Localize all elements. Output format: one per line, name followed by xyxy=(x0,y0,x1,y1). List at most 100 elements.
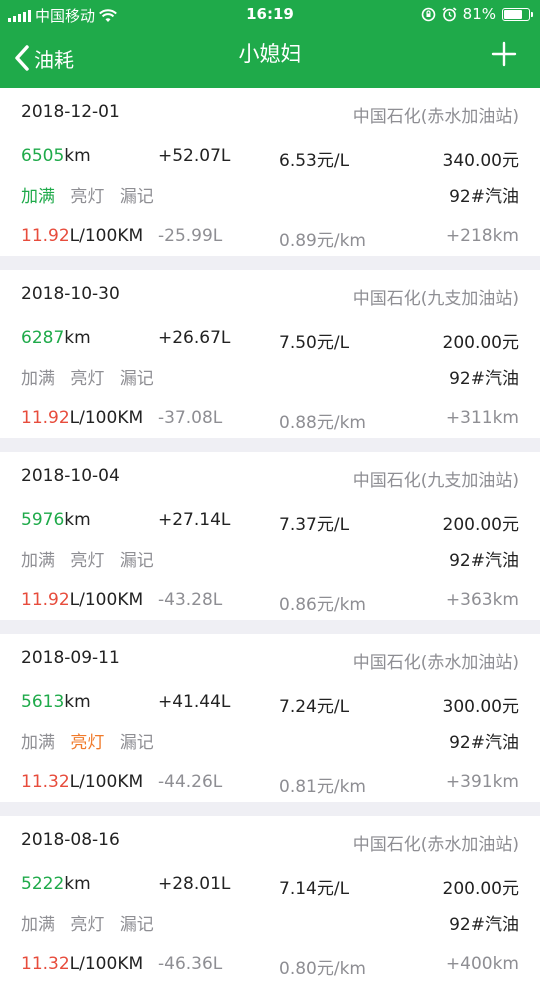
refuel-amount: 200.00元 xyxy=(442,879,519,899)
gas-station-name: 中国石化(九支加油站) xyxy=(352,471,519,491)
tag-light: 亮灯 xyxy=(70,733,105,753)
cost-per-km: 0.89元/km xyxy=(279,231,366,251)
fuel-difference: -43.28L xyxy=(158,590,223,610)
gas-station-name: 中国石化(赤水加油站) xyxy=(352,653,519,673)
cost-per-km: 0.86元/km xyxy=(279,595,366,615)
fuel-type: 92#汽油 xyxy=(449,369,519,389)
odometer-value: 5222 xyxy=(21,874,65,894)
record-header-row: 2018-10-04 中国石化(九支加油站) xyxy=(21,466,519,491)
fuel-type: 92#汽油 xyxy=(449,915,519,935)
record-tags-row: 加满 亮灯 漏记 92#汽油 xyxy=(21,910,519,935)
record-tags: 加满 亮灯 漏记 xyxy=(21,182,164,207)
record-stats-row: 11.92L/100KM -25.99L 0.89元/km +218km xyxy=(21,226,519,251)
distance-driven: +311km xyxy=(445,408,519,428)
rotation-lock-icon xyxy=(421,7,435,21)
fuel-volume: +28.01L xyxy=(158,874,231,894)
unit-price: 7.37元/L xyxy=(279,515,350,535)
odometer-value: 6505 xyxy=(21,146,65,166)
odometer-value: 5976 xyxy=(21,510,65,530)
cost-per-km: 0.80元/km xyxy=(279,959,366,979)
unit-price: 6.53元/L xyxy=(279,151,350,171)
refuel-record-card[interactable]: 2018-09-11 中国石化(赤水加油站) 5613km +41.44L 7.… xyxy=(0,634,540,802)
tag-full: 加满 xyxy=(21,187,55,207)
consumption-value: 11.92 xyxy=(21,226,70,246)
record-tags-row: 加满 亮灯 漏记 92#汽油 xyxy=(21,182,519,207)
record-tags-row: 加满 亮灯 漏记 92#汽油 xyxy=(21,364,519,389)
tag-light: 亮灯 xyxy=(70,551,105,571)
odometer-unit: km xyxy=(64,146,91,166)
fuel-volume: +26.67L xyxy=(158,328,231,348)
odometer-unit: km xyxy=(64,510,91,530)
consumption-unit: L/100KM xyxy=(69,590,144,610)
navigation-bar: 油耗 小媳妇 xyxy=(0,28,540,88)
record-stats-row: 11.32L/100KM -44.26L 0.81元/km +391km xyxy=(21,772,519,797)
cost-per-km: 0.81元/km xyxy=(279,777,366,797)
distance-driven: +363km xyxy=(445,590,519,610)
cost-per-km: 0.88元/km xyxy=(279,413,366,433)
refuel-amount: 340.00元 xyxy=(442,151,519,171)
fuel-consumption: 11.32L/100KM xyxy=(21,954,143,974)
gas-station-name: 中国石化(赤水加油站) xyxy=(352,107,519,127)
tag-missed: 漏记 xyxy=(119,369,154,389)
odometer: 5976km xyxy=(21,510,91,530)
status-right: 81% xyxy=(421,5,533,23)
tag-missed: 漏记 xyxy=(119,187,154,207)
tag-full: 加满 xyxy=(21,551,55,571)
refuel-record-list: 2018-12-01 中国石化(赤水加油站) 6505km +52.07L 6.… xyxy=(0,88,540,984)
fuel-difference: -25.99L xyxy=(158,226,223,246)
distance-driven: +218km xyxy=(445,226,519,246)
record-stats-row: 11.92L/100KM -43.28L 0.86元/km +363km xyxy=(21,590,519,615)
tag-light: 亮灯 xyxy=(70,915,105,935)
odometer: 6287km xyxy=(21,328,91,348)
record-tags: 加满 亮灯 漏记 xyxy=(21,728,164,753)
fuel-consumption: 11.92L/100KM xyxy=(21,226,143,246)
record-header-row: 2018-09-11 中国石化(赤水加油站) xyxy=(21,648,519,673)
alarm-icon xyxy=(442,6,457,21)
status-bar: 中国移动 16:19 81% xyxy=(0,0,540,28)
refuel-amount: 300.00元 xyxy=(442,697,519,717)
record-date: 2018-10-30 xyxy=(21,284,120,304)
record-tags: 加满 亮灯 漏记 xyxy=(21,546,164,571)
record-header-row: 2018-12-01 中国石化(赤水加油站) xyxy=(21,102,519,127)
odometer-unit: km xyxy=(64,328,91,348)
record-header-row: 2018-10-30 中国石化(九支加油站) xyxy=(21,284,519,309)
tag-missed: 漏记 xyxy=(119,733,154,753)
app-header: 中国移动 16:19 81% 油耗 小媳妇 xyxy=(0,0,540,88)
tag-light: 亮灯 xyxy=(70,187,105,207)
record-date: 2018-09-11 xyxy=(21,648,120,668)
tag-light: 亮灯 xyxy=(70,369,105,389)
record-tags-row: 加满 亮灯 漏记 92#汽油 xyxy=(21,728,519,753)
odometer-unit: km xyxy=(64,874,91,894)
tag-full: 加满 xyxy=(21,733,55,753)
fuel-type: 92#汽油 xyxy=(449,733,519,753)
record-main-row: 6505km +52.07L 6.53元/L 340.00元 xyxy=(21,146,519,171)
refuel-record-card[interactable]: 2018-10-04 中国石化(九支加油站) 5976km +27.14L 7.… xyxy=(0,452,540,620)
add-icon[interactable] xyxy=(486,36,522,72)
record-tags: 加满 亮灯 漏记 xyxy=(21,364,164,389)
refuel-record-card[interactable]: 2018-10-30 中国石化(九支加油站) 6287km +26.67L 7.… xyxy=(0,270,540,438)
fuel-type: 92#汽油 xyxy=(449,551,519,571)
battery-level xyxy=(504,9,522,19)
record-main-row: 5613km +41.44L 7.24元/L 300.00元 xyxy=(21,692,519,717)
consumption-value: 11.92 xyxy=(21,590,70,610)
distance-driven: +400km xyxy=(445,954,519,974)
consumption-unit: L/100KM xyxy=(69,408,144,428)
tag-missed: 漏记 xyxy=(119,551,154,571)
refuel-record-card[interactable]: 2018-08-16 中国石化(赤水加油站) 5222km +28.01L 7.… xyxy=(0,816,540,984)
record-stats-row: 11.32L/100KM -46.36L 0.80元/km +400km xyxy=(21,954,519,979)
refuel-record-card[interactable]: 2018-12-01 中国石化(赤水加油站) 6505km +52.07L 6.… xyxy=(0,88,540,256)
unit-price: 7.24元/L xyxy=(279,697,350,717)
consumption-unit: L/100KM xyxy=(69,772,144,792)
record-date: 2018-10-04 xyxy=(21,466,120,486)
fuel-consumption: 11.92L/100KM xyxy=(21,408,143,428)
fuel-consumption: 11.32L/100KM xyxy=(21,772,143,792)
consumption-unit: L/100KM xyxy=(69,226,144,246)
refuel-amount: 200.00元 xyxy=(442,515,519,535)
record-header-row: 2018-08-16 中国石化(赤水加油站) xyxy=(21,830,519,855)
record-main-row: 5976km +27.14L 7.37元/L 200.00元 xyxy=(21,510,519,535)
odometer: 6505km xyxy=(21,146,91,166)
tag-full: 加满 xyxy=(21,369,55,389)
battery-percent: 81% xyxy=(462,5,496,23)
record-date: 2018-08-16 xyxy=(21,830,120,850)
odometer: 5222km xyxy=(21,874,91,894)
